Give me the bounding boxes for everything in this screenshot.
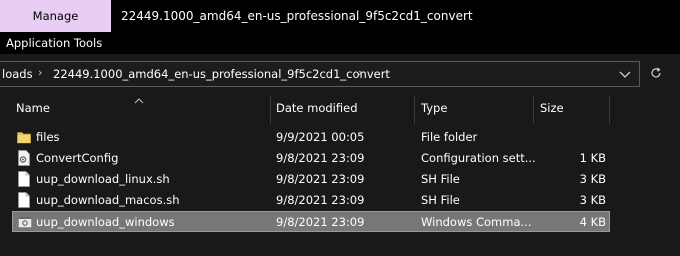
breadcrumb-downloads[interactable]: loads bbox=[2, 67, 33, 81]
file-icon bbox=[17, 192, 31, 208]
column-header-size[interactable]: Size bbox=[540, 101, 564, 115]
column-header-type[interactable]: Type bbox=[421, 101, 447, 115]
folder-icon bbox=[17, 129, 31, 145]
file-name: uup_download_macos.sh bbox=[36, 193, 180, 207]
column-divider[interactable] bbox=[270, 96, 271, 124]
breadcrumb-separator-icon[interactable]: › bbox=[38, 66, 42, 79]
file-type: SH File bbox=[421, 172, 460, 186]
file-row-macos-sh[interactable]: uup_download_macos.sh 9/8/2021 23:09 SH … bbox=[12, 190, 610, 211]
file-name: uup_download_linux.sh bbox=[36, 172, 170, 186]
file-date: 9/8/2021 23:09 bbox=[276, 172, 365, 186]
file-date: 9/8/2021 23:09 bbox=[276, 151, 365, 165]
script-file-icon bbox=[18, 214, 32, 230]
chevron-down-icon[interactable] bbox=[615, 66, 635, 82]
file-row-convertconfig[interactable]: ConvertConfig 9/8/2021 23:09 Configurati… bbox=[12, 148, 610, 169]
file-type: Windows Comma... bbox=[421, 215, 532, 229]
breadcrumb-current-folder[interactable]: 22449.1000_amd64_en-us_professional_9f5c… bbox=[53, 67, 390, 81]
file-row-windows-cmd[interactable]: uup_download_windows 9/8/2021 23:09 Wind… bbox=[12, 211, 610, 232]
manage-tab-label: Manage bbox=[32, 9, 79, 23]
file-size: 3 KB bbox=[579, 172, 606, 186]
file-date: 9/8/2021 23:09 bbox=[276, 215, 365, 229]
file-type: SH File bbox=[421, 193, 460, 207]
application-tools-label[interactable]: Application Tools bbox=[6, 36, 102, 50]
file-type: File folder bbox=[421, 130, 478, 144]
column-divider[interactable] bbox=[609, 96, 610, 124]
sort-ascending-icon bbox=[134, 93, 144, 104]
file-row-linux-sh[interactable]: uup_download_linux.sh 9/8/2021 23:09 SH … bbox=[12, 169, 610, 190]
file-size: 4 KB bbox=[579, 215, 606, 229]
file-icon bbox=[17, 171, 31, 187]
refresh-icon[interactable] bbox=[648, 65, 664, 81]
column-header-date-modified[interactable]: Date modified bbox=[276, 101, 358, 115]
file-date: 9/9/2021 00:05 bbox=[276, 130, 365, 144]
file-size: 1 KB bbox=[579, 151, 606, 165]
config-file-icon bbox=[17, 150, 31, 166]
file-date: 9/8/2021 23:09 bbox=[276, 193, 365, 207]
column-divider[interactable] bbox=[533, 96, 534, 124]
window-title: 22449.1000_amd64_en-us_professional_9f5c… bbox=[121, 9, 473, 23]
file-type: Configuration sett... bbox=[421, 151, 536, 165]
file-name: uup_download_windows bbox=[36, 215, 175, 229]
file-row-files[interactable]: files 9/9/2021 00:05 File folder bbox=[12, 127, 610, 148]
manage-tab[interactable]: Manage bbox=[0, 0, 111, 32]
breadcrumb-chevron-icon[interactable]: › bbox=[358, 66, 362, 79]
column-divider[interactable] bbox=[414, 96, 415, 124]
column-header-name[interactable]: Name bbox=[16, 101, 50, 115]
file-size: 3 KB bbox=[579, 193, 606, 207]
file-name: files bbox=[36, 130, 60, 144]
file-name: ConvertConfig bbox=[36, 151, 119, 165]
